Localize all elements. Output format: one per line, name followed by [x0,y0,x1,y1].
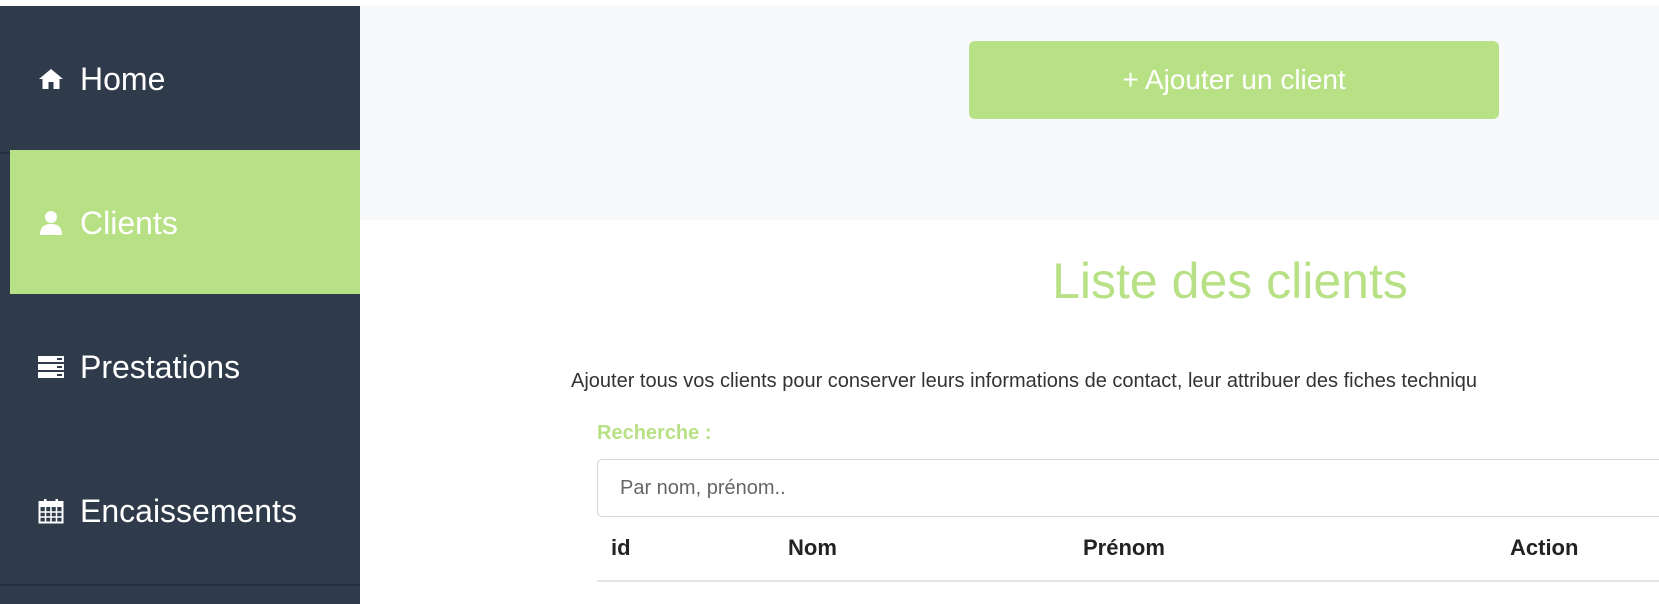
column-header-action: Action [1510,535,1579,560]
home-icon [36,64,66,94]
sidebar-item-encaissements[interactable]: Encaissements [0,438,360,586]
page-description: Ajouter tous vos clients pour conserver … [571,370,1478,392]
column-header-nom[interactable]: Nom [788,535,837,561]
list-icon [36,352,66,382]
sidebar-item-label: Prestations [80,348,241,385]
sidebar-item-label: Clients [80,204,178,241]
table-header-divider [597,580,1659,582]
search-input[interactable] [597,459,1659,517]
column-header-id[interactable]: id [611,535,631,561]
search-label: Recherche : [597,422,712,444]
page-title: Liste des clients [1052,253,1408,309]
sidebar: Home Clients Prestations Encaissements [0,6,360,604]
user-icon [36,208,66,238]
sidebar-item-prestations[interactable]: Prestations [0,294,360,442]
add-client-button[interactable]: + Ajouter un client [969,41,1499,119]
sidebar-item-clients[interactable]: Clients [10,150,360,298]
calendar-icon [36,496,66,526]
sidebar-item-home[interactable]: Home [0,6,360,154]
sidebar-item-label: Encaissements [80,492,297,529]
sidebar-item-label: Home [80,60,166,97]
column-header-prenom[interactable]: Prénom [1083,535,1165,561]
